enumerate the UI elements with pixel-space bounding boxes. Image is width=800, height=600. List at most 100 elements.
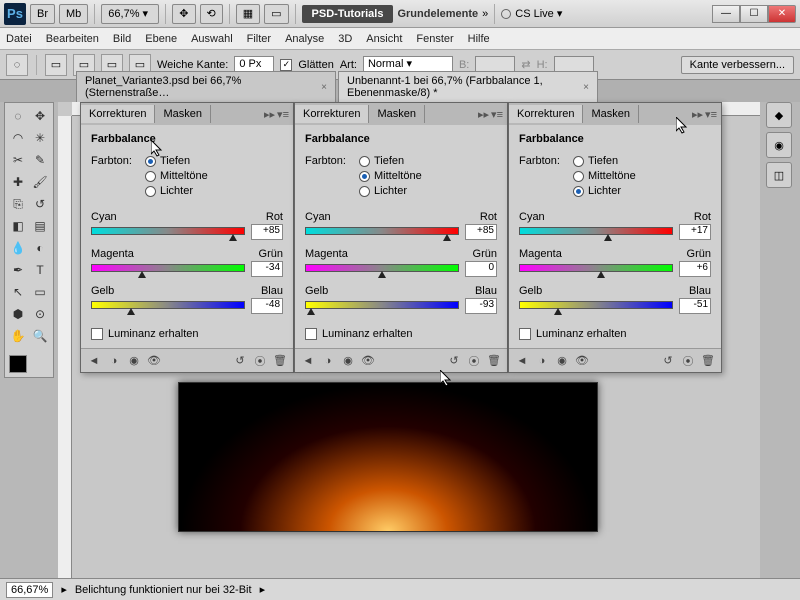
stamp-tool[interactable]: ⎘	[7, 193, 29, 215]
trash-icon[interactable]: 🗑	[701, 354, 715, 368]
view-icon[interactable]: 👁	[575, 354, 589, 368]
slider-value[interactable]: -48	[251, 298, 283, 314]
back-icon[interactable]: ◄	[87, 354, 101, 368]
luminanz-checkbox[interactable]	[91, 328, 103, 340]
eyedropper-tool[interactable]: ✎	[29, 149, 51, 171]
radio-mitteltoene[interactable]: Mitteltöne	[359, 170, 422, 182]
radio-tiefen[interactable]: Tiefen	[145, 155, 208, 167]
close-icon[interactable]: ×	[321, 82, 327, 93]
tab-masken[interactable]: Masken	[369, 105, 425, 123]
toggle-icon[interactable]: ⦿	[467, 354, 481, 368]
minimize-button[interactable]: —	[712, 5, 740, 23]
back-icon[interactable]: ◄	[301, 354, 315, 368]
type-tool[interactable]: T	[29, 259, 51, 281]
radio-lichter[interactable]: Lichter	[359, 185, 422, 197]
slider-value[interactable]: +85	[251, 224, 283, 240]
screenmode-icon[interactable]: ▭	[264, 4, 288, 24]
rotate-icon[interactable]: ⟲	[200, 4, 223, 24]
collapse-icon[interactable]: ▸▸	[692, 108, 703, 121]
dodge-tool[interactable]: ◐	[29, 237, 51, 259]
move-tool[interactable]: ✥	[29, 105, 51, 127]
trash-icon[interactable]: 🗑	[487, 354, 501, 368]
slider-cr[interactable]	[91, 227, 245, 237]
collapse-icon[interactable]: ▸▸	[264, 108, 275, 121]
radio-lichter[interactable]: Lichter	[145, 185, 208, 197]
minibridge-button[interactable]: Mb	[59, 4, 88, 24]
luminanz-checkbox[interactable]	[305, 328, 317, 340]
document-tab-active[interactable]: Unbenannt-1 bei 66,7% (Farbbalance 1, Eb…	[338, 71, 598, 102]
radio-lichter[interactable]: Lichter	[573, 185, 636, 197]
slider-value[interactable]: -93	[465, 298, 497, 314]
tab-korrekturen[interactable]: Korrekturen	[295, 105, 369, 123]
zoom-tool[interactable]: 🔍	[29, 325, 51, 347]
collapse-icon[interactable]: ▸▸	[478, 108, 489, 121]
radio-tiefen[interactable]: Tiefen	[359, 155, 422, 167]
slider-value[interactable]: 0	[465, 261, 497, 277]
workspace-tab-active[interactable]: PSD-Tutorials	[302, 5, 394, 23]
toggle-icon[interactable]: ⦿	[253, 354, 267, 368]
clip-icon[interactable]: ◉	[127, 354, 141, 368]
adjust-icon[interactable]: ◑	[321, 354, 335, 368]
slider-cr[interactable]	[519, 227, 673, 237]
color-panel-icon[interactable]: ◆	[766, 102, 792, 128]
menu-3d[interactable]: 3D	[338, 33, 352, 45]
slider-mg[interactable]	[91, 264, 245, 274]
slider-value[interactable]: +85	[465, 224, 497, 240]
radio-mitteltoene[interactable]: Mitteltöne	[145, 170, 208, 182]
panel-menu-icon[interactable]: ▾≡	[277, 108, 289, 121]
view-icon[interactable]: 👁	[147, 354, 161, 368]
path-tool[interactable]: ↖	[7, 281, 29, 303]
close-button[interactable]: ✕	[768, 5, 796, 23]
close-icon[interactable]: ×	[583, 82, 589, 93]
swatches-panel-icon[interactable]: ◉	[766, 132, 792, 158]
reset-icon[interactable]: ↺	[661, 354, 675, 368]
history-brush-tool[interactable]: ↺	[29, 193, 51, 215]
status-arrow-icon[interactable]: ▸	[260, 583, 266, 596]
menu-bild[interactable]: Bild	[113, 33, 131, 45]
menu-filter[interactable]: Filter	[247, 33, 271, 45]
shape-tool[interactable]: ▭	[29, 281, 51, 303]
zoom-status[interactable]: 66,67%	[6, 582, 53, 598]
3d-tool[interactable]: ⬢	[7, 303, 29, 325]
radio-tiefen[interactable]: Tiefen	[573, 155, 636, 167]
menu-analyse[interactable]: Analyse	[285, 33, 324, 45]
maximize-button[interactable]: ☐	[740, 5, 768, 23]
reset-icon[interactable]: ↺	[447, 354, 461, 368]
adjust-icon[interactable]: ◑	[535, 354, 549, 368]
tab-masken[interactable]: Masken	[155, 105, 211, 123]
workspace-expand-icon[interactable]: »	[482, 8, 488, 20]
marquee-tool[interactable]: ◌	[7, 105, 29, 127]
menu-bearbeiten[interactable]: Bearbeiten	[46, 33, 99, 45]
back-icon[interactable]: ◄	[515, 354, 529, 368]
slider-mg[interactable]	[305, 264, 459, 274]
toggle-icon[interactable]: ⦿	[681, 354, 695, 368]
menu-fenster[interactable]: Fenster	[416, 33, 453, 45]
adjust-icon[interactable]: ◑	[107, 354, 121, 368]
camera-tool[interactable]: ⊙	[29, 303, 51, 325]
workspace-tab[interactable]: Grundelemente	[397, 8, 478, 20]
menu-ansicht[interactable]: Ansicht	[366, 33, 402, 45]
tab-korrekturen[interactable]: Korrekturen	[509, 105, 583, 123]
heal-tool[interactable]: ✚	[7, 171, 29, 193]
panel-menu-icon[interactable]: ▾≡	[491, 108, 503, 121]
clip-icon[interactable]: ◉	[341, 354, 355, 368]
reset-icon[interactable]: ↺	[233, 354, 247, 368]
slider-cr[interactable]	[305, 227, 459, 237]
antialias-checkbox[interactable]: ✓	[280, 59, 292, 71]
pen-tool[interactable]: ✒	[7, 259, 29, 281]
crop-tool[interactable]: ✂	[7, 149, 29, 171]
styles-panel-icon[interactable]: ◫	[766, 162, 792, 188]
lasso-tool[interactable]: ◠	[7, 127, 29, 149]
foreground-swatch[interactable]	[9, 355, 27, 373]
menu-auswahl[interactable]: Auswahl	[191, 33, 233, 45]
zoom-field[interactable]: 66,7% ▾	[101, 4, 159, 24]
gradient-tool[interactable]: ▤	[29, 215, 51, 237]
menu-datei[interactable]: Datei	[6, 33, 32, 45]
status-arrow-icon[interactable]: ▸	[61, 583, 67, 596]
slider-mg[interactable]	[519, 264, 673, 274]
panel-menu-icon[interactable]: ▾≡	[705, 108, 717, 121]
slider-yb[interactable]	[91, 301, 245, 311]
bridge-button[interactable]: Br	[30, 4, 55, 24]
slider-value[interactable]: +6	[679, 261, 711, 277]
view-icon[interactable]: 👁	[361, 354, 375, 368]
